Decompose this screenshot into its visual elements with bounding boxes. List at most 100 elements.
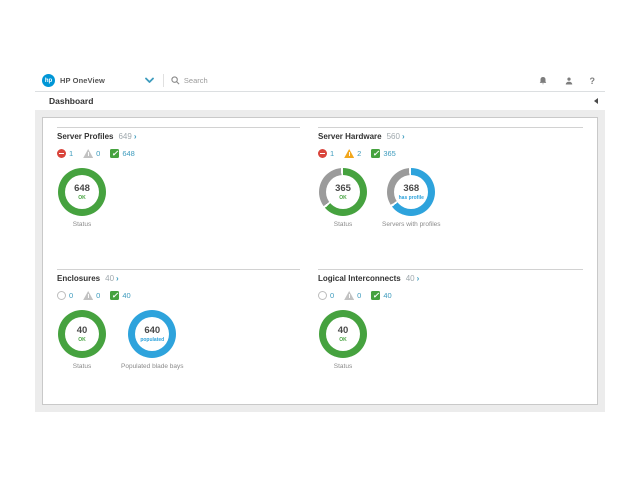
dashboard-content: Server Profiles 649 › 1 0 [35, 110, 605, 412]
search-icon [171, 76, 180, 85]
warning-status-link[interactable]: 2 [344, 149, 361, 158]
warning-status-link[interactable]: 0 [344, 291, 361, 300]
warning-icon [83, 291, 93, 300]
panel-arrow-icon[interactable]: › [402, 132, 405, 141]
donut-value: 640 [144, 326, 160, 336]
panel-title[interactable]: Logical Interconnects [318, 274, 401, 283]
donut-label: Status [334, 221, 352, 228]
donut-subtext: OK [339, 195, 347, 201]
donut-value: 40 [77, 326, 88, 336]
dashboard-card: Server Profiles 649 › 1 0 [42, 117, 598, 405]
menu-chevron-down-icon[interactable] [145, 77, 154, 84]
ok-status-link[interactable]: 40 [371, 291, 391, 300]
donut-value: 648 [74, 184, 90, 194]
ok-icon [371, 291, 380, 300]
donut-label: Status [73, 363, 91, 370]
donut-subtext: has profile [399, 195, 424, 201]
donut-hole: 40 OK [65, 317, 99, 351]
critical-status-link[interactable]: 1 [318, 149, 334, 158]
panel-enclosures: Enclosures 40 › 0 0 [57, 269, 300, 404]
critical-count: 0 [330, 291, 334, 300]
panel-logical-interconnects: Logical Interconnects 40 › 0 0 [318, 269, 583, 404]
donut-subtext: OK [339, 337, 347, 343]
blade-bays-donut-block[interactable]: 640 populated Populated blade bays [121, 310, 184, 370]
warning-count: 2 [357, 149, 361, 158]
warning-count: 0 [96, 149, 100, 158]
page-header: Dashboard [35, 92, 605, 110]
panel-count[interactable]: 649 [118, 132, 131, 141]
ok-count: 648 [122, 149, 135, 158]
critical-icon [318, 149, 327, 158]
critical-icon [57, 291, 66, 300]
panel-arrow-icon[interactable]: › [417, 274, 420, 283]
donut-subtext: OK [78, 337, 86, 343]
warning-icon [344, 149, 354, 158]
divider [163, 74, 164, 87]
panel-server-hardware: Server Hardware 560 › 1 2 [318, 127, 583, 269]
donut-subtext: populated [140, 337, 164, 343]
panel-count[interactable]: 40 [105, 274, 114, 283]
ok-count: 40 [122, 291, 130, 300]
warning-icon [83, 149, 93, 158]
status-donut-block[interactable]: 648 OK Status [57, 168, 107, 228]
status-donut-chart[interactable]: 365 OK [319, 168, 367, 216]
donut-label: Status [334, 363, 352, 370]
critical-status-link[interactable]: 1 [57, 149, 73, 158]
donut-hole: 368 has profile [394, 175, 428, 209]
critical-icon [57, 149, 66, 158]
servers-with-profiles-donut-chart[interactable]: 368 has profile [387, 168, 435, 216]
panel-server-profiles: Server Profiles 649 › 1 0 [57, 127, 300, 269]
panel-title[interactable]: Enclosures [57, 274, 100, 283]
donut-hole: 40 OK [326, 317, 360, 351]
status-donut-chart[interactable]: 40 OK [319, 310, 367, 358]
critical-status-link[interactable]: 0 [57, 291, 73, 300]
hp-oneview-window: hp HP OneView ? [35, 70, 605, 412]
status-donut-block[interactable]: 365 OK Status [318, 168, 368, 228]
critical-count: 1 [330, 149, 334, 158]
status-donut-block[interactable]: 40 OK Status [57, 310, 107, 370]
donut-hole: 365 OK [326, 175, 360, 209]
screenshot-canvas: hp HP OneView ? [0, 0, 640, 480]
status-donut-block[interactable]: 40 OK Status [318, 310, 368, 370]
ok-count: 365 [383, 149, 396, 158]
collapse-panel-arrow-icon[interactable] [594, 98, 598, 104]
ok-icon [110, 291, 119, 300]
ok-status-link[interactable]: 40 [110, 291, 130, 300]
donut-label: Status [73, 221, 91, 228]
panel-count[interactable]: 560 [387, 132, 400, 141]
user-account-icon[interactable] [564, 76, 574, 86]
help-icon[interactable]: ? [590, 76, 596, 86]
notifications-bell-icon[interactable] [538, 76, 548, 86]
search-input[interactable] [184, 76, 364, 85]
donut-subtext: OK [78, 195, 86, 201]
panel-arrow-icon[interactable]: › [116, 274, 119, 283]
warning-status-link[interactable]: 0 [83, 149, 100, 158]
status-donut-chart[interactable]: 40 OK [58, 310, 106, 358]
page-title: Dashboard [49, 96, 93, 106]
warning-status-link[interactable]: 0 [83, 291, 100, 300]
ok-count: 40 [383, 291, 391, 300]
warning-count: 0 [357, 291, 361, 300]
critical-status-link[interactable]: 0 [318, 291, 334, 300]
donut-label: Populated blade bays [121, 363, 184, 370]
populated-blade-bays-donut-chart[interactable]: 640 populated [128, 310, 176, 358]
search-box[interactable] [171, 76, 538, 85]
panel-title[interactable]: Server Profiles [57, 132, 113, 141]
panel-arrow-icon[interactable]: › [134, 132, 137, 141]
warning-icon [344, 291, 354, 300]
donut-value: 368 [403, 184, 419, 194]
ok-icon [110, 149, 119, 158]
panel-title[interactable]: Server Hardware [318, 132, 382, 141]
ok-icon [371, 149, 380, 158]
warning-count: 0 [96, 291, 100, 300]
profiles-donut-block[interactable]: 368 has profile Servers with profiles [382, 168, 441, 228]
brand-label: HP OneView [60, 76, 105, 85]
panel-count[interactable]: 40 [406, 274, 415, 283]
donut-label: Servers with profiles [382, 221, 441, 228]
donut-value: 40 [338, 326, 349, 336]
ok-status-link[interactable]: 365 [371, 149, 396, 158]
donut-hole: 648 OK [65, 175, 99, 209]
critical-icon [318, 291, 327, 300]
ok-status-link[interactable]: 648 [110, 149, 135, 158]
status-donut-chart[interactable]: 648 OK [58, 168, 106, 216]
